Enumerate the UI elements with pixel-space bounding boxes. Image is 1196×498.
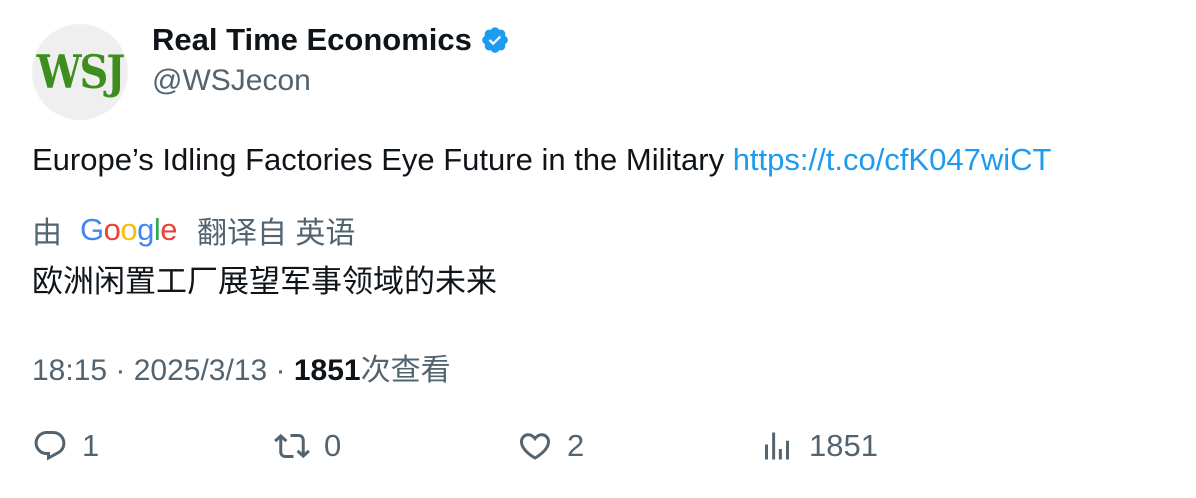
wsj-logo: WSJ <box>36 44 126 100</box>
views-count: 1851 <box>809 428 878 463</box>
like-button[interactable]: 2 <box>517 428 584 464</box>
google-logo: Google <box>80 212 178 247</box>
author-handle[interactable]: @WSJecon <box>152 64 311 98</box>
retweet-count: 0 <box>324 428 342 463</box>
tweet-text: Europe’s Idling Factories Eye Future in … <box>32 142 1051 178</box>
tweet-meta: 18:15 · 2025/3/13 · 1851次查看 <box>32 345 451 389</box>
action-bar: 1 0 2 1851 <box>32 428 1172 478</box>
reply-count: 1 <box>82 428 100 463</box>
translation-prefix: 由 <box>32 217 62 250</box>
meta-views-label: 次查看 <box>360 354 451 387</box>
analytics-icon <box>765 432 789 460</box>
retweet-icon <box>274 433 310 459</box>
views-button[interactable]: 1851 <box>759 428 878 464</box>
retweet-button[interactable]: 0 <box>274 428 341 464</box>
verified-badge-icon <box>482 27 508 53</box>
translation-suffix: 翻译自 英语 <box>197 217 356 250</box>
avatar[interactable]: WSJ <box>32 24 128 120</box>
display-name[interactable]: Real Time Economics <box>152 22 472 58</box>
tweet-link[interactable]: https://t.co/cfK047wiCT <box>733 142 1052 177</box>
heart-icon <box>519 433 551 460</box>
tweet-body: Europe’s Idling Factories Eye Future in … <box>32 142 733 177</box>
translation-attribution: 由 Google 翻译自 英语 <box>32 208 355 252</box>
reply-button[interactable]: 1 <box>32 428 99 464</box>
meta-views-count: 1851 <box>293 354 361 387</box>
tweet-timestamp[interactable]: 18:15 · 2025/3/13 · <box>32 354 294 387</box>
translated-text: 欧洲闲置工厂展望军事领域的未来 <box>32 264 497 299</box>
author-name-row: Real Time Economics <box>152 22 510 58</box>
reply-icon <box>34 431 66 461</box>
like-count: 2 <box>567 428 585 463</box>
